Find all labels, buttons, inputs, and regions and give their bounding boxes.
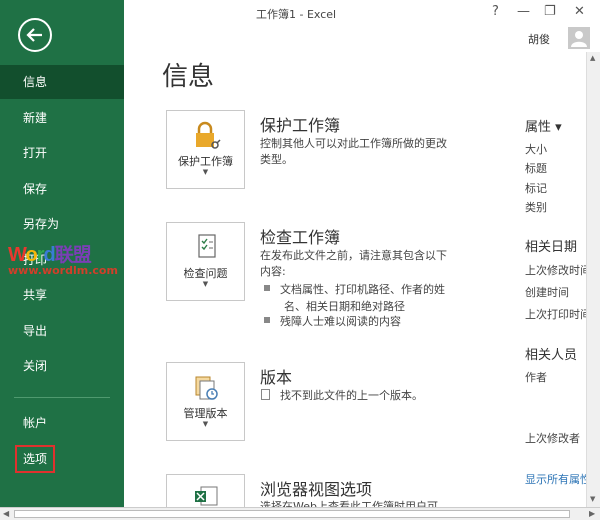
check-issues-label: 检查问题 [183, 267, 228, 280]
prop-last-printed: 上次打印时间 [525, 308, 591, 321]
watermark-url: www.wordlm.com [8, 264, 118, 277]
title-bar: 工作簿1 - Excel ? — ❐ ✕ [124, 0, 600, 28]
nav-options-label: 选项 [15, 445, 56, 473]
protect-section-desc: 控制其他人可以对此工作簿所做的更改类型。 [260, 137, 447, 166]
prop-category: 类别 [525, 201, 547, 214]
minimize-button[interactable]: — [517, 4, 530, 19]
protect-workbook-label: 保护工作簿 [178, 155, 233, 168]
nav-close[interactable]: 关闭 [0, 349, 124, 383]
list-item: 残障人士难以阅读的内容 [264, 314, 401, 330]
prop-author: 作者 [525, 371, 547, 384]
horizontal-scrollbar[interactable]: ◀ ▶ [0, 507, 600, 520]
page-title: 信息 [162, 62, 215, 92]
vertical-scrollbar[interactable]: ▲ ▼ [586, 52, 600, 507]
prop-size: 大小 [525, 143, 547, 156]
chevron-down-icon: ▼ [202, 168, 209, 176]
restore-button[interactable]: ❐ [544, 4, 556, 19]
nav-export[interactable]: 导出 [0, 314, 124, 348]
manage-versions-button[interactable]: 管理版本 ▼ [166, 362, 245, 441]
protect-section-title: 保护工作簿 [260, 116, 341, 135]
check-issues-button[interactable]: 检查问题 ▼ [166, 222, 245, 301]
protect-workbook-button[interactable]: 保护工作簿 ▼ [166, 110, 245, 189]
list-item: 文档属性、打印机路径、作者的姓 [264, 282, 445, 298]
scrollbar-thumb[interactable] [14, 510, 570, 518]
scroll-left-icon[interactable]: ◀ [3, 509, 9, 518]
back-arrow-icon [26, 28, 42, 42]
watermark: Word联盟 www.wordlm.com [8, 240, 118, 277]
browser-section-title: 浏览器视图选项 [260, 480, 373, 499]
manage-versions-label: 管理版本 [183, 407, 228, 420]
browser-view-options-button[interactable] [166, 474, 245, 507]
watermark-logo: Word联盟 [8, 244, 92, 266]
inspect-section-desc: 在发布此文件之前，请注意其包含以下内容: [260, 249, 447, 278]
document-icon [261, 389, 270, 400]
close-button[interactable]: ✕ [574, 4, 585, 19]
chevron-down-icon: ▼ [202, 420, 209, 428]
help-button[interactable]: ? [492, 4, 499, 19]
list-item-continued: 名、相关日期和绝对路径 [284, 300, 405, 313]
bullet-icon [264, 317, 270, 323]
nav-account[interactable]: 帐户 [0, 406, 124, 440]
prop-last-modified: 上次修改时间 [525, 264, 591, 277]
inspect-document-icon [198, 234, 216, 258]
lock-key-icon [196, 121, 221, 149]
versions-icon [195, 376, 218, 400]
inspect-section-title: 检查工作簿 [260, 228, 341, 247]
prop-last-modified-by: 上次修改者 [525, 432, 580, 445]
window-title: 工作簿1 - Excel [256, 8, 337, 21]
nav-info[interactable]: 信息 [0, 65, 124, 99]
nav-new[interactable]: 新建 [0, 101, 124, 135]
scroll-right-icon[interactable]: ▶ [589, 509, 595, 518]
properties-dropdown[interactable]: 属性 ▾ [525, 116, 562, 135]
nav-save-as[interactable]: 另存为 [0, 207, 124, 241]
nav-share[interactable]: 共享 [0, 278, 124, 312]
avatar[interactable] [568, 27, 590, 49]
prop-created: 创建时间 [525, 286, 569, 299]
chevron-down-icon: ▼ [202, 280, 209, 288]
scroll-up-icon[interactable]: ▲ [590, 54, 595, 62]
prop-tags: 标记 [525, 182, 547, 195]
bullet-icon [264, 285, 270, 291]
person-icon [571, 31, 587, 47]
user-name[interactable]: 胡俊 [528, 31, 550, 47]
browser-section-desc: 选择在Web上查看此工作簿时用户可 [260, 500, 438, 507]
prop-title: 标题 [525, 162, 547, 175]
nav-open[interactable]: 打开 [0, 136, 124, 170]
excel-icon [195, 486, 218, 506]
scroll-down-icon[interactable]: ▼ [590, 495, 595, 503]
nav-save[interactable]: 保存 [0, 172, 124, 206]
related-dates-heading: 相关日期 [525, 240, 578, 255]
related-people-heading: 相关人员 [525, 348, 578, 363]
nav-divider [14, 397, 110, 398]
versions-section-desc: 找不到此文件的上一个版本。 [261, 388, 457, 404]
back-button[interactable] [18, 18, 52, 52]
versions-section-title: 版本 [260, 368, 293, 387]
nav-options[interactable]: 选项 [0, 442, 124, 476]
show-all-properties-link[interactable]: 显示所有属性 [525, 471, 591, 487]
